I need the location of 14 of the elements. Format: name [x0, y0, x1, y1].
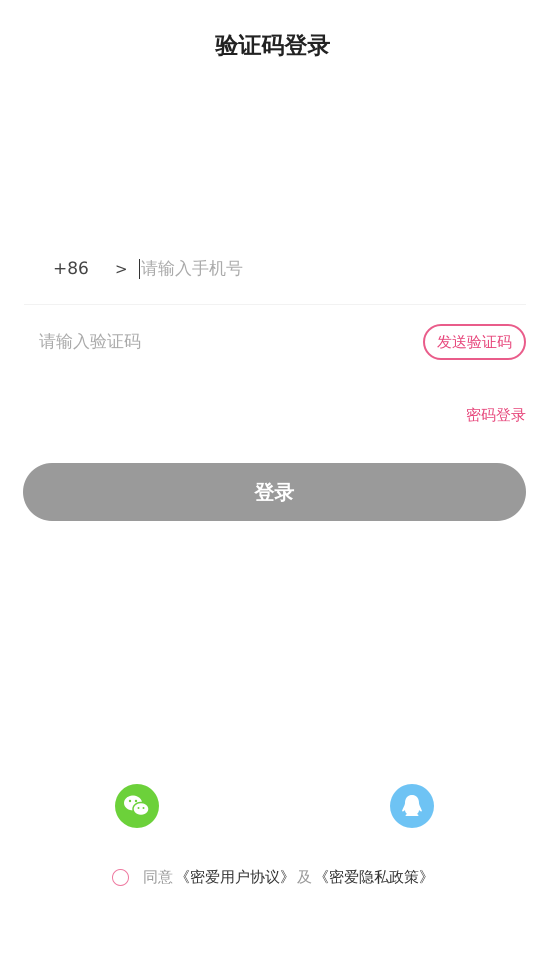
- chevron-text[interactable]: >: [115, 260, 139, 278]
- user-agreement-link[interactable]: 《密爱用户协议》: [175, 868, 295, 887]
- privacy-policy-link[interactable]: 《密爱隐私政策》: [314, 868, 434, 887]
- agree-text: 同意: [143, 868, 173, 887]
- send-code-button[interactable]: 发送验证码: [423, 324, 526, 360]
- page-title: 验证码登录: [214, 32, 332, 61]
- agree-checkbox[interactable]: [112, 869, 129, 886]
- chat-bubbles-icon[interactable]: [115, 784, 159, 828]
- phone-input-field[interactable]: 请输入手机号: [139, 259, 546, 279]
- country-code[interactable]: +86: [53, 259, 115, 279]
- and-text: 及: [297, 868, 312, 887]
- password-login-link[interactable]: 密码登录: [466, 406, 526, 425]
- code-input-field[interactable]: 请输入验证码: [39, 332, 423, 352]
- penguin-icon[interactable]: [390, 784, 434, 828]
